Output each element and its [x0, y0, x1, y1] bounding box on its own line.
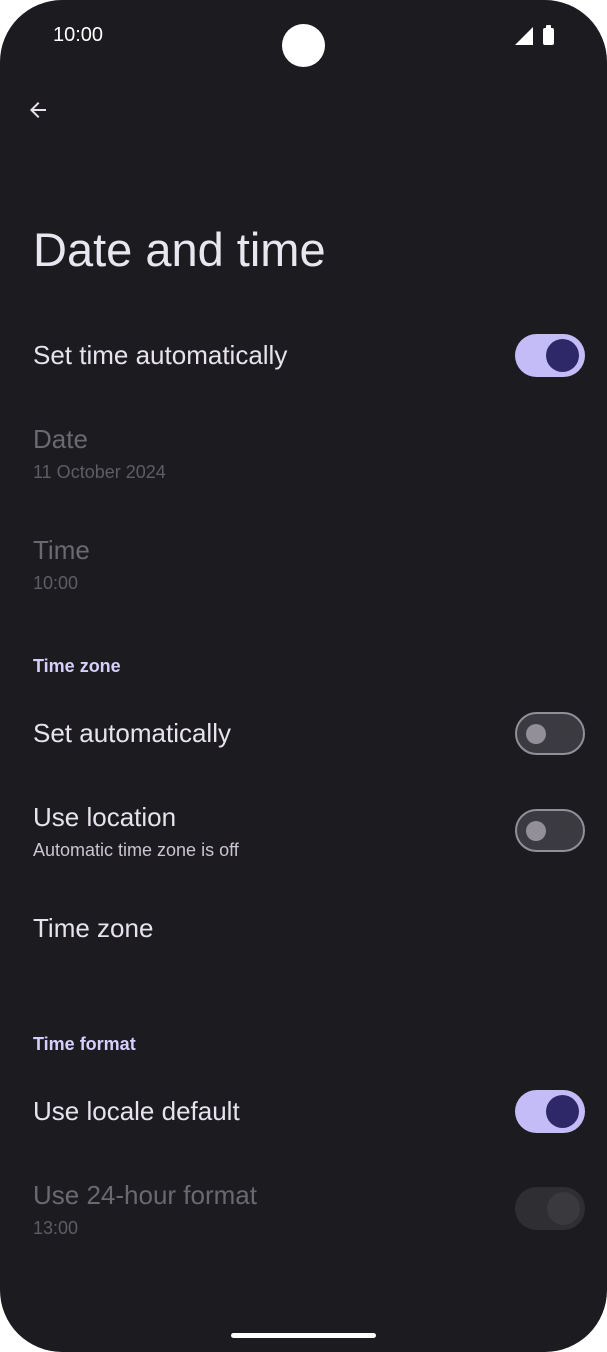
- use-locale-default-switch[interactable]: [515, 1090, 585, 1133]
- timezone-set-automatically-row[interactable]: Set automatically: [0, 698, 607, 772]
- camera-cutout: [282, 24, 325, 67]
- use-locale-default-label: Use locale default: [33, 1096, 240, 1126]
- back-arrow-icon: [30, 102, 46, 118]
- time-label: Time: [33, 535, 90, 565]
- set-time-automatically-row[interactable]: Set time automatically: [0, 320, 607, 394]
- use-24-hour-row[interactable]: Use 24-hour format 13:00: [0, 1166, 607, 1256]
- timezone-set-automatically-switch[interactable]: [515, 712, 585, 755]
- time-zone-label: Time zone: [33, 913, 154, 943]
- timezone-set-automatically-label: Set automatically: [33, 718, 231, 748]
- use-24-hour-summary: 13:00: [33, 1218, 79, 1238]
- date-label: Date: [33, 424, 88, 454]
- gesture-nav-bar[interactable]: [231, 1333, 376, 1338]
- use-24-hour-label: Use 24-hour format: [33, 1180, 257, 1210]
- battery-icon: [543, 25, 554, 45]
- date-row[interactable]: Date 11 October 2024: [0, 410, 607, 500]
- time-zone-row[interactable]: Time zone: [0, 893, 607, 967]
- use-location-switch[interactable]: [515, 809, 585, 852]
- signal-icon: [515, 27, 533, 45]
- time-row[interactable]: Time 10:00: [0, 521, 607, 611]
- set-time-automatically-label: Set time automatically: [33, 340, 288, 370]
- use-24-hour-switch[interactable]: [515, 1187, 585, 1230]
- use-location-label: Use location: [33, 802, 177, 832]
- use-location-row[interactable]: Use location Automatic time zone is off: [0, 788, 607, 878]
- time-format-section-header: Time format: [33, 1034, 136, 1054]
- back-button[interactable]: [16, 88, 60, 132]
- use-locale-default-row[interactable]: Use locale default: [0, 1076, 607, 1150]
- phone-screen: 10:00 Date and time Set time automatical…: [0, 0, 607, 1352]
- date-value: 11 October 2024: [33, 462, 166, 482]
- set-time-automatically-switch[interactable]: [515, 334, 585, 377]
- use-location-summary: Automatic time zone is off: [33, 840, 239, 860]
- time-value: 10:00: [33, 573, 79, 593]
- page-title: Date and time: [33, 223, 326, 276]
- time-zone-section-header: Time zone: [33, 656, 121, 676]
- status-time: 10:00: [53, 24, 104, 46]
